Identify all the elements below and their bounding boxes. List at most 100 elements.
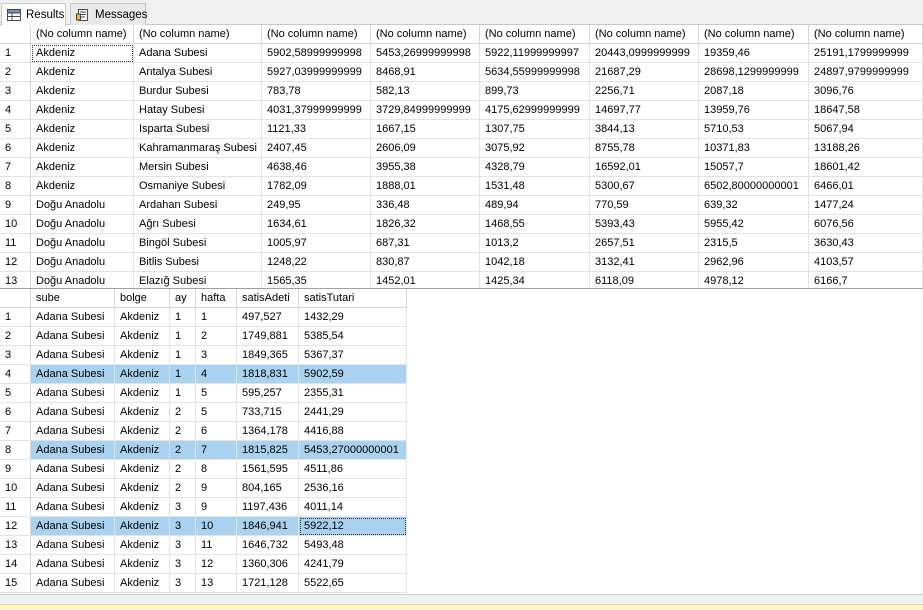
row-number[interactable]: 11 [0,234,31,253]
table-cell[interactable]: Adana Subesi [31,460,115,479]
table-cell[interactable]: 3 [170,555,196,574]
table-cell[interactable]: Adana Subesi [31,479,115,498]
table-cell[interactable]: 24897,9799999999 [809,63,923,82]
table-cell[interactable]: Adana Subesi [31,422,115,441]
column-header[interactable]: (No column name) [809,25,923,44]
table-cell[interactable]: 10371,83 [699,139,809,158]
table-cell[interactable]: 1121,33 [262,120,371,139]
table-row[interactable]: 10 Adana Subesi Akdeniz 2 9 804,165 2536,16 [0,479,407,498]
column-header[interactable]: (No column name) [699,25,809,44]
table-row[interactable]: 5 Akdeniz Isparta Subesi 1121,33 1667,15 1307… [0,120,923,139]
table-cell[interactable]: 2962,96 [699,253,809,272]
table-cell[interactable]: 6166,7 [809,272,923,288]
table-cell[interactable]: 5453,26999999998 [371,44,480,63]
table-cell[interactable]: 2657,51 [590,234,699,253]
column-header[interactable]: (No column name) [590,25,699,44]
table-cell[interactable]: 6076,56 [809,215,923,234]
table-cell[interactable]: 4011,14 [299,498,407,517]
table-cell[interactable]: 1 [170,327,196,346]
table-cell[interactable]: 13188,26 [809,139,923,158]
table-cell[interactable]: 1721,128 [237,574,299,593]
table-row[interactable]: 2 Akdeniz Antalya Subesi 5927,03999999999 84… [0,63,923,82]
table-cell[interactable]: 1565,35 [262,272,371,288]
table-cell[interactable]: 3 [170,574,196,593]
table-cell[interactable]: 1531,48 [480,177,590,196]
table-cell[interactable]: Bitlis Subesi [134,253,262,272]
table-cell[interactable]: 1561,595 [237,460,299,479]
table-cell[interactable]: 2315,5 [699,234,809,253]
table-cell[interactable]: Kahramanmaraş Subesi [134,139,262,158]
column-header[interactable]: (No column name) [371,25,480,44]
table-cell[interactable]: 830,87 [371,253,480,272]
table-cell[interactable]: 4175,62999999999 [480,101,590,120]
table-cell[interactable]: Bingöl Subesi [134,234,262,253]
column-header[interactable]: satisAdeti [237,289,299,308]
table-cell[interactable]: Akdeniz [115,479,170,498]
table-cell[interactable]: 899,73 [480,82,590,101]
table-cell[interactable]: 4031,37999999999 [262,101,371,120]
table-cell[interactable]: 1846,941 [237,517,299,536]
table-cell[interactable]: 1360,306 [237,555,299,574]
row-number[interactable]: 6 [0,139,31,158]
table-cell[interactable]: Akdeniz [31,120,134,139]
table-cell[interactable]: 5453,27000000001 [299,441,407,460]
table-cell[interactable]: 1013,2 [480,234,590,253]
table-cell[interactable]: Adana Subesi [31,346,115,365]
table-cell[interactable]: 5 [196,403,237,422]
table-cell[interactable]: Akdeniz [115,384,170,403]
table-cell[interactable]: 5393,43 [590,215,699,234]
table-cell[interactable]: 3 [170,536,196,555]
row-number[interactable]: 6 [0,403,31,422]
row-number[interactable]: 9 [0,460,31,479]
table-row[interactable]: 8 Akdeniz Osmaniye Subesi 1782,09 1888,01 153… [0,177,923,196]
table-cell[interactable]: 1 [170,384,196,403]
table-cell[interactable]: 804,165 [237,479,299,498]
row-number[interactable]: 1 [0,44,31,63]
table-cell[interactable]: 3 [170,517,196,536]
table-row[interactable]: 10 Doğu Anadolu Ağrı Subesi 1634,61 1826,32 1… [0,215,923,234]
table-cell[interactable]: 1197,436 [237,498,299,517]
table-cell[interactable]: 4328,79 [480,158,590,177]
table-cell[interactable]: 10 [196,517,237,536]
row-number[interactable]: 9 [0,196,31,215]
table-cell[interactable]: Akdeniz [31,101,134,120]
table-cell[interactable]: 5902,59 [299,365,407,384]
table-cell[interactable]: 12 [196,555,237,574]
table-cell[interactable]: 1364,178 [237,422,299,441]
table-row[interactable]: 3 Adana Subesi Akdeniz 1 3 1849,365 5367,37 [0,346,407,365]
table-cell[interactable]: Adana Subesi [31,403,115,422]
table-cell[interactable]: 5927,03999999999 [262,63,371,82]
table-cell[interactable]: 1 [196,308,237,327]
tab-messages[interactable]: Messages [70,3,147,25]
table-cell[interactable]: 1815,825 [237,441,299,460]
table-cell[interactable]: 4 [196,365,237,384]
table-cell[interactable]: Akdeniz [115,498,170,517]
table-row[interactable]: 6 Akdeniz Kahramanmaraş Subesi 2407,45 2606,… [0,139,923,158]
column-header[interactable]: bolge [115,289,170,308]
table-cell[interactable]: 6502,80000000001 [699,177,809,196]
table-cell[interactable]: Adana Subesi [31,308,115,327]
table-cell[interactable]: Akdeniz [31,139,134,158]
table-cell[interactable]: Adana Subesi [31,517,115,536]
table-cell[interactable]: 13 [196,574,237,593]
column-header[interactable]: satisTutari [299,289,407,308]
table-row[interactable]: 8 Adana Subesi Akdeniz 2 7 1815,825 5453,27000… [0,441,407,460]
table-cell[interactable]: Akdeniz [115,308,170,327]
table-cell[interactable]: 3132,41 [590,253,699,272]
table-cell[interactable]: Akdeniz [31,44,134,63]
table-row[interactable]: 3 Akdeniz Burdur Subesi 783,78 582,13 899,73 2… [0,82,923,101]
table-cell[interactable]: 8 [196,460,237,479]
table-row[interactable]: 4 Adana Subesi Akdeniz 1 4 1818,831 5902,59 [0,365,407,384]
table-cell[interactable]: 582,13 [371,82,480,101]
table-cell[interactable]: Doğu Anadolu [31,253,134,272]
table-cell[interactable]: Adana Subesi [31,441,115,460]
table-cell[interactable]: Antalya Subesi [134,63,262,82]
table-cell[interactable]: 6 [196,422,237,441]
table-row[interactable]: 12 Adana Subesi Akdeniz 3 10 1846,941 5922,12 [0,517,407,536]
table-row[interactable]: 11 Adana Subesi Akdeniz 3 9 1197,436 4011,14 [0,498,407,517]
result-grid-1[interactable]: (No column name) (No column name) (No colu… [0,25,923,288]
table-row[interactable]: 15 Adana Subesi Akdeniz 3 13 1721,128 5522,65 [0,574,407,593]
table-cell[interactable]: 4511,86 [299,460,407,479]
table-cell[interactable]: 5493,48 [299,536,407,555]
table-cell[interactable]: Akdeniz [31,177,134,196]
